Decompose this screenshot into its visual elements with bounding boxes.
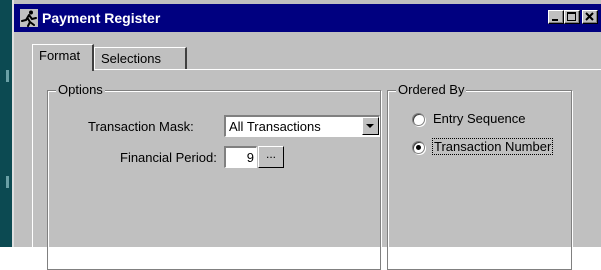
transaction-mask-dropdown[interactable]: All Transactions [224,115,380,137]
window-title: Payment Register [42,10,161,26]
dropdown-button[interactable] [362,117,379,135]
options-legend: Options [56,82,105,97]
ordered-by-groupbox: Ordered By Entry Sequence Transaction Nu… [387,82,572,270]
financial-period-label: Financial Period: [120,150,217,165]
minimize-icon [552,19,558,21]
payment-register-window: Payment Register Format Selections Optio… [12,0,601,270]
ellipsis-icon: ... [265,147,276,161]
radio-button[interactable] [412,113,425,126]
title-bar[interactable]: Payment Register [14,4,601,32]
options-groupbox: Options Transaction Mask: All Transactio… [47,82,381,270]
transaction-mask-value: All Transactions [229,119,321,134]
radio-button-selected[interactable] [412,141,425,154]
close-button[interactable] [582,10,598,24]
transaction-number-label: Transaction Number [431,138,554,155]
radio-dot-icon [416,145,421,150]
running-man-icon[interactable] [20,9,38,27]
entry-sequence-label: Entry Sequence [433,111,526,126]
strip-marker [6,70,9,82]
transaction-mask-label: Transaction Mask: [88,119,194,134]
background-app-strip [0,0,12,247]
tab-selections-label: Selections [101,51,161,66]
tab-format-label: Format [39,48,81,63]
format-tab-panel: Options Transaction Mask: All Transactio… [32,69,601,270]
strip-marker [6,176,9,188]
minimize-button[interactable] [548,10,564,24]
chevron-down-icon [366,124,374,128]
period-lookup-button[interactable]: ... [258,146,284,168]
tab-selections[interactable]: Selections [94,47,187,70]
close-icon [585,12,594,21]
financial-period-input[interactable]: 9 [224,146,257,168]
tab-format[interactable]: Format [32,44,94,71]
maximize-icon [567,12,576,21]
maximize-button[interactable] [564,10,580,24]
financial-period-value: 9 [246,150,254,165]
ordered-by-legend: Ordered By [396,82,467,97]
